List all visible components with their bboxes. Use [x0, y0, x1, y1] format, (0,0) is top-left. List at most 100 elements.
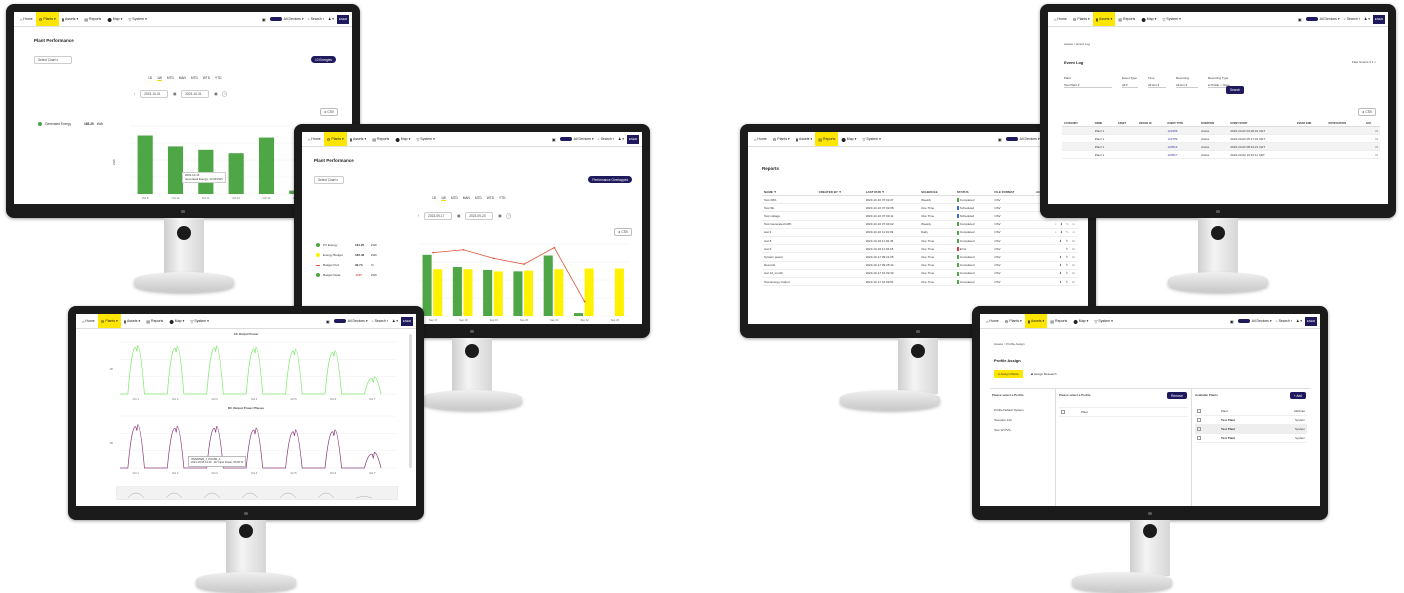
nav-item-reports[interactable]: ▤ Reports — [1047, 314, 1070, 328]
filter-value[interactable]: All Hrs ▾ — [1148, 83, 1166, 88]
search-dropdown[interactable]: ⌕ Search ▾ — [1344, 17, 1360, 21]
column-header[interactable]: CREATED BY ▼ — [816, 188, 864, 196]
next-arrow-icon[interactable]: › — [222, 91, 228, 97]
prev-arrow-icon[interactable]: ‹ — [418, 214, 419, 218]
notification-icon[interactable]: ▣ — [552, 137, 556, 142]
filter-value[interactable]: Test Plant ▾ — [1064, 83, 1112, 88]
column-header[interactable]: FILE FORMAT — [992, 188, 1035, 196]
available-plant-row[interactable]: Plant Attribute — [1195, 407, 1307, 416]
nav-item-reports[interactable]: ▤ Reports — [815, 132, 839, 146]
column-header[interactable]: NAME ▼ — [762, 188, 817, 196]
period-tab[interactable]: MAN — [179, 76, 186, 81]
nav-item-plants[interactable]: ⚙ Plants ▾ — [1002, 314, 1025, 328]
nav-item-system[interactable]: ▽ System ▾ — [1159, 12, 1183, 26]
period-tab[interactable]: MTD — [451, 196, 458, 201]
filter-events-badge[interactable]: Filter Events ▾ 1 × — [1352, 60, 1376, 64]
nav-item-reports[interactable]: ▤ Reports — [143, 314, 166, 328]
prev-arrow-icon[interactable]: ‹ — [134, 92, 135, 96]
table-row[interactable]: test 8 2023-10-16 11:02:45 One Time Complet… — [762, 236, 1078, 246]
all-devices-dropdown[interactable]: All Devices ▾ — [574, 137, 594, 141]
available-plant-row[interactable]: Test Plant System — [1195, 425, 1307, 434]
table-row[interactable]: Test voltage 2023-10-16 07:03:11 One Time S… — [762, 211, 1078, 221]
nav-item-map[interactable]: ⬤ Map ▾ — [104, 12, 125, 26]
profile-item[interactable]: Profile Default System — [992, 405, 1053, 415]
checkbox[interactable] — [1197, 427, 1201, 431]
checkbox[interactable] — [1061, 410, 1065, 414]
notification-icon[interactable]: ▣ — [326, 319, 330, 324]
remove-button[interactable]: Remove — [1167, 392, 1187, 399]
period-tab[interactable]: WTD — [487, 196, 494, 201]
nav-item-plants[interactable]: ⚙ Plants ▾ — [35, 12, 59, 26]
table-row[interactable]: Plant 1 123817 Active 2023-10-02 10:31:11 C… — [1062, 150, 1380, 159]
next-arrow-icon[interactable]: › — [506, 213, 512, 219]
period-tab[interactable]: MAN — [463, 196, 470, 201]
nav-item-assets[interactable]: ▮ Assets ▾ — [1024, 314, 1048, 328]
available-plant-row[interactable]: Test Plant System — [1195, 434, 1307, 443]
search-dropdown[interactable]: ⌕ Search ▾ — [598, 137, 614, 141]
calendar-icon[interactable]: ▦ — [173, 92, 176, 96]
nav-item-plants[interactable]: ⚙ Plants ▾ — [97, 314, 121, 328]
nav-item-map[interactable]: ⬤ Map ▾ — [1138, 12, 1159, 26]
column-header[interactable]: STATUS — [954, 188, 993, 196]
assigned-item[interactable]: Plant — [1059, 408, 1188, 416]
period-tab[interactable]: MTD — [167, 76, 174, 81]
all-devices-dropdown[interactable]: All Devices ▾ — [1020, 137, 1040, 141]
period-tab[interactable]: WTD — [203, 76, 210, 81]
all-devices-dropdown[interactable]: All Devices ▾ — [284, 17, 304, 21]
date-to[interactable]: 2023-09-23 — [465, 212, 494, 220]
nav-item-map[interactable]: ⬤ Map ▾ — [1070, 314, 1091, 328]
tab-assign-plants[interactable]: ● Assign Plants — [994, 370, 1023, 378]
chart-select[interactable]: Select Chart ▾ — [34, 56, 72, 64]
ack-icon[interactable]: ⊡ — [1363, 142, 1380, 151]
table-row[interactable]: Test Energy Output 2023-10-17 10:09:51 One… — [762, 277, 1078, 287]
search-dropdown[interactable]: ⌕ Search ▾ — [308, 17, 324, 21]
all-devices-dropdown[interactable]: All Devices ▾ — [348, 319, 368, 323]
nav-item-plants[interactable]: ⚙ Plants ▾ — [770, 132, 793, 146]
user-menu[interactable]: ♟ ▾ — [618, 137, 624, 141]
available-plant-row[interactable]: Test Plant System — [1195, 416, 1307, 425]
table-row[interactable]: Test Generated kWh 2023-10-16 07:04:02 Wee… — [762, 220, 1078, 229]
table-row[interactable]: test 2 2023-10-16 11:01:09 Daily Completed C… — [762, 228, 1078, 238]
table-row[interactable]: Test 20% 2023-10-16 07:01:07 Weekly Complet… — [762, 195, 1078, 205]
search-dropdown[interactable]: ⌕ Search ▾ — [372, 319, 388, 323]
nav-item-home[interactable]: ⌂ Home — [983, 314, 1002, 328]
csv-button[interactable]: ⬇ CSV — [319, 108, 338, 116]
search-button[interactable]: Search — [1226, 86, 1245, 94]
energies-badge[interactable]: 10 Energies — [310, 56, 336, 63]
calendar-icon[interactable]: ▦ — [214, 92, 217, 96]
event-type[interactable]: 123456 — [1165, 126, 1200, 135]
nav-item-system[interactable]: ▽ System ▾ — [413, 132, 437, 146]
legend-item[interactable]: Generated Energy 165.20 kWh — [38, 122, 103, 126]
nav-item-assets[interactable]: ▮ Assets ▾ — [1092, 12, 1116, 26]
date-to[interactable]: 2023-10-31 — [181, 90, 210, 98]
nav-item-map[interactable]: ⬤ Map ▾ — [392, 132, 413, 146]
column-header[interactable]: SCHEDULE — [919, 188, 955, 196]
notification-icon[interactable]: ▣ — [1298, 17, 1302, 22]
ack-icon[interactable]: ⊡ — [1363, 126, 1380, 135]
legend-item[interactable]: PV Energy 181.25 kWh — [316, 240, 388, 250]
event-type[interactable]: 123817 — [1165, 150, 1200, 159]
table-row[interactable]: Plant 1 123812 Active 2023-10-02 08:44:21 C… — [1062, 142, 1380, 151]
nav-item-reports[interactable]: ▤ Reports — [1115, 12, 1138, 26]
user-menu[interactable]: ♟ ▾ — [1296, 319, 1302, 323]
nav-item-home[interactable]: ⌂ Home — [79, 314, 98, 328]
vertical-scrollbar[interactable] — [409, 334, 412, 468]
filter-value[interactable]: All Hrs ▾ — [1176, 83, 1198, 88]
date-from[interactable]: 2023-10-01 — [140, 90, 169, 98]
nav-item-system[interactable]: ▽ System ▾ — [125, 12, 149, 26]
table-row[interactable]: Plant 1 123789 Active 2023-10-02 05:17:01 C… — [1062, 134, 1380, 143]
profile-item[interactable]: Test 12 PVS — [992, 425, 1053, 435]
legend-item[interactable]: Budget Perf. 99.73% — [316, 260, 388, 270]
period-tab[interactable]: YTD — [499, 196, 505, 201]
period-tab[interactable]: MTD — [191, 76, 198, 81]
filter-value[interactable]: All ▾ — [1122, 83, 1138, 88]
add-button[interactable]: + Add — [1289, 392, 1306, 399]
nav-item-home[interactable]: ⌂ Home — [305, 132, 324, 146]
nav-item-home[interactable]: ⌂ Home — [17, 12, 36, 26]
chart-select[interactable]: Select Chart ▾ — [314, 176, 344, 184]
period-tab[interactable]: MTD — [475, 196, 482, 201]
checkbox[interactable] — [1197, 418, 1201, 422]
table-row[interactable]: Plant 1 123456 Active 2023-10-02 03:20:01 C… — [1062, 126, 1380, 135]
event-type[interactable]: 123812 — [1165, 142, 1200, 151]
csv-button[interactable]: ⬇ CSV — [1357, 108, 1376, 116]
